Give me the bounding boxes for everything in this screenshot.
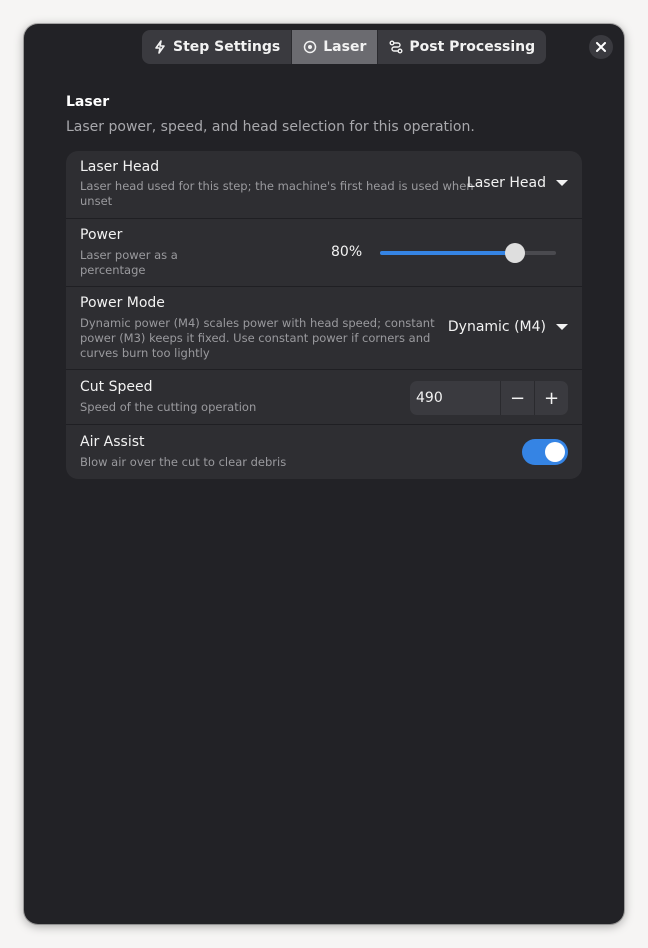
tab-bar: Step Settings Laser Post Processing xyxy=(142,30,547,64)
increment-button[interactable]: + xyxy=(534,381,568,415)
close-icon xyxy=(596,42,606,52)
power-mode-dropdown[interactable]: Dynamic (M4) xyxy=(448,319,568,335)
decrement-button[interactable]: − xyxy=(500,381,534,415)
air-assist-row: Air Assist Blow air over the cut to clea… xyxy=(66,425,582,479)
tab-label: Laser xyxy=(323,39,367,55)
row-subtitle: curves burn too lightly xyxy=(80,346,210,360)
laser-head-row: Laser Head Laser head used for this step… xyxy=(66,151,582,219)
chevron-down-icon xyxy=(556,180,568,186)
air-assist-switch[interactable] xyxy=(522,439,568,465)
tab-post-processing[interactable]: Post Processing xyxy=(378,30,546,64)
row-subtitle: percentage xyxy=(80,263,146,277)
slider-fill xyxy=(380,251,515,255)
row-subtitle: Dynamic power (M4) scales power with hea… xyxy=(80,316,435,330)
dialog-window: Step Settings Laser Post Processing Lase… xyxy=(24,24,624,924)
slider-handle[interactable] xyxy=(504,243,525,263)
route-icon xyxy=(389,40,403,54)
row-subtitle: Laser head used for this step; the machi… xyxy=(80,179,474,193)
power-mode-row: Power Mode Dynamic power (M4) scales pow… xyxy=(66,287,582,370)
chevron-down-icon xyxy=(556,324,568,330)
row-title: Cut Speed xyxy=(80,379,153,395)
tab-laser[interactable]: Laser xyxy=(292,30,379,64)
row-title: Power Mode xyxy=(80,295,165,311)
close-button[interactable] xyxy=(589,35,613,59)
switch-knob xyxy=(545,442,565,462)
row-subtitle: unset xyxy=(80,194,113,208)
row-title: Air Assist xyxy=(80,434,145,450)
power-value-label: 80% xyxy=(331,244,363,260)
laser-head-dropdown[interactable]: Laser Head xyxy=(467,175,568,191)
power-row: Power Laser power as a percentage 80% xyxy=(66,219,582,287)
tab-label: Step Settings xyxy=(173,39,281,55)
row-subtitle: Speed of the cutting operation xyxy=(80,400,257,414)
section-title: Laser xyxy=(66,94,110,110)
cut-speed-spinbutton: 490 − + xyxy=(410,381,568,415)
row-subtitle: Blow air over the cut to clear debris xyxy=(80,455,287,469)
dropdown-value: Laser Head xyxy=(466,175,546,191)
settings-list: Laser Head Laser head used for this step… xyxy=(66,151,582,479)
row-title: Laser Head xyxy=(80,159,160,175)
cut-speed-row: Cut Speed Speed of the cutting operation… xyxy=(66,370,582,425)
tab-step-settings[interactable]: Step Settings xyxy=(142,30,293,64)
row-subtitle: power (M3) keeps it fixed. Use constant … xyxy=(80,331,431,345)
dropdown-value: Dynamic (M4) xyxy=(447,319,546,335)
section-description: Laser power, speed, and head selection f… xyxy=(66,119,475,135)
bolt-icon xyxy=(155,40,165,54)
row-title: Power xyxy=(80,227,123,243)
power-slider[interactable] xyxy=(380,243,556,263)
row-subtitle: Laser power as a xyxy=(80,248,178,262)
target-icon xyxy=(304,40,317,54)
cut-speed-input[interactable]: 490 xyxy=(410,381,500,415)
tab-label: Post Processing xyxy=(409,39,536,55)
